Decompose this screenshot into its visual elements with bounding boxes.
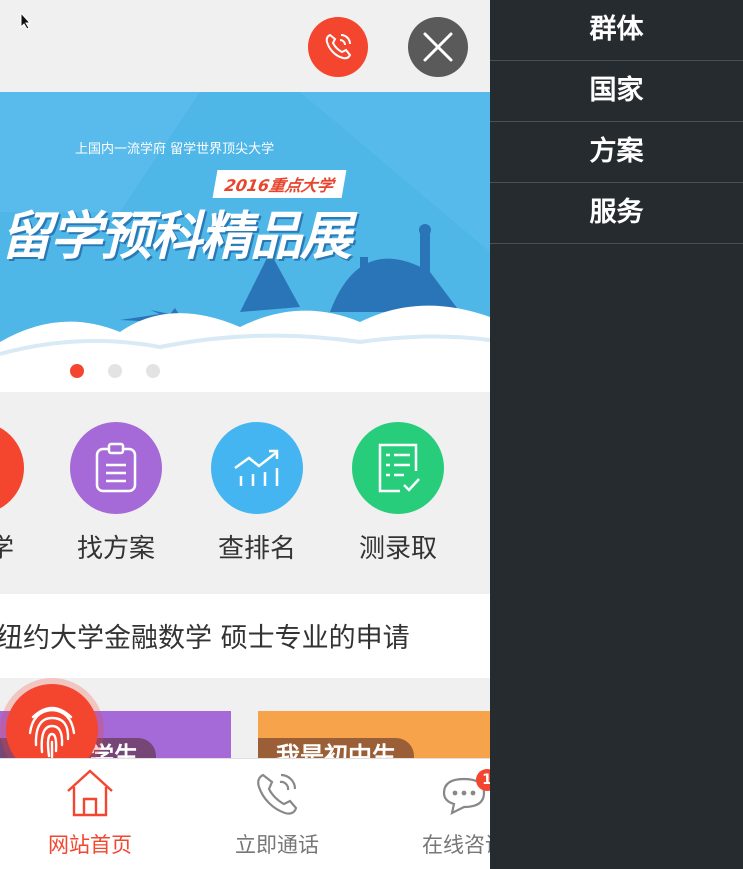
- fingerprint-icon: [28, 706, 76, 759]
- quick-link-label: 找方案: [76, 534, 155, 564]
- quick-link-label: 测录取: [358, 534, 437, 564]
- home-icon: [67, 769, 113, 817]
- carousel-dot-3[interactable]: [146, 364, 160, 378]
- carousel-dot-2[interactable]: [108, 364, 122, 378]
- card-label: 我是初中生: [258, 738, 414, 758]
- news-text: 纽约大学金融数学 硕士专业的申请: [0, 623, 410, 654]
- news-ticker[interactable]: 纽约大学金融数学 硕士专业的申请: [0, 594, 490, 678]
- side-menu: 群体 国家 方案 服务: [490, 0, 743, 869]
- promo-banner[interactable]: 上国内一流学府 留学世界顶尖大学 2016重点大学 留学预科精品展: [0, 92, 490, 392]
- side-menu-item-service[interactable]: 服务: [490, 183, 743, 244]
- mouse-cursor-icon: [20, 12, 32, 30]
- nav-home[interactable]: 网站首页: [20, 767, 160, 859]
- mobile-page: 上国内一流学府 留学世界顶尖大学 2016重点大学 留学预科精品展 学 找方案: [0, 0, 490, 869]
- nav-call[interactable]: 立即通话: [207, 767, 347, 859]
- nav-label: 立即通话: [235, 833, 319, 857]
- top-bar: [0, 0, 490, 92]
- phone-icon: [257, 773, 298, 815]
- bottom-nav: 网站首页 立即通话 1 在线咨询: [0, 758, 490, 869]
- nav-label: 网站首页: [48, 833, 132, 857]
- nav-chat[interactable]: 1 在线咨询: [394, 767, 490, 859]
- cap-icon: [0, 422, 24, 514]
- nav-label: 在线咨询: [422, 833, 490, 857]
- carousel-dot-1[interactable]: [70, 364, 84, 378]
- quick-link-label: 学: [0, 534, 14, 564]
- side-menu-item-plan[interactable]: 方案: [490, 122, 743, 183]
- close-button[interactable]: [408, 17, 468, 77]
- quick-link-school[interactable]: 学: [0, 422, 28, 565]
- quick-links: 学 找方案 查排名 测录取: [0, 392, 490, 594]
- close-icon: [423, 32, 453, 62]
- banner-subtitle: 上国内一流学府 留学世界顶尖大学: [75, 142, 275, 157]
- quick-link-ranking[interactable]: 查排名: [207, 422, 307, 565]
- card-middle-school[interactable]: 我是初中生: [258, 711, 490, 758]
- side-menu-item-group[interactable]: 群体: [490, 0, 743, 61]
- quick-link-admission[interactable]: 测录取: [348, 422, 448, 565]
- checklist-icon: [378, 443, 420, 493]
- quick-link-plan[interactable]: 找方案: [66, 422, 166, 565]
- phone-icon: [325, 33, 352, 60]
- quick-link-label: 查排名: [217, 534, 296, 564]
- call-button[interactable]: [308, 17, 368, 77]
- carousel-dots: [70, 364, 160, 378]
- chart-icon: [234, 449, 279, 486]
- clipboard-icon: [95, 442, 137, 493]
- side-menu-item-country[interactable]: 国家: [490, 61, 743, 122]
- banner-headline: 留学预科精品展: [0, 207, 352, 267]
